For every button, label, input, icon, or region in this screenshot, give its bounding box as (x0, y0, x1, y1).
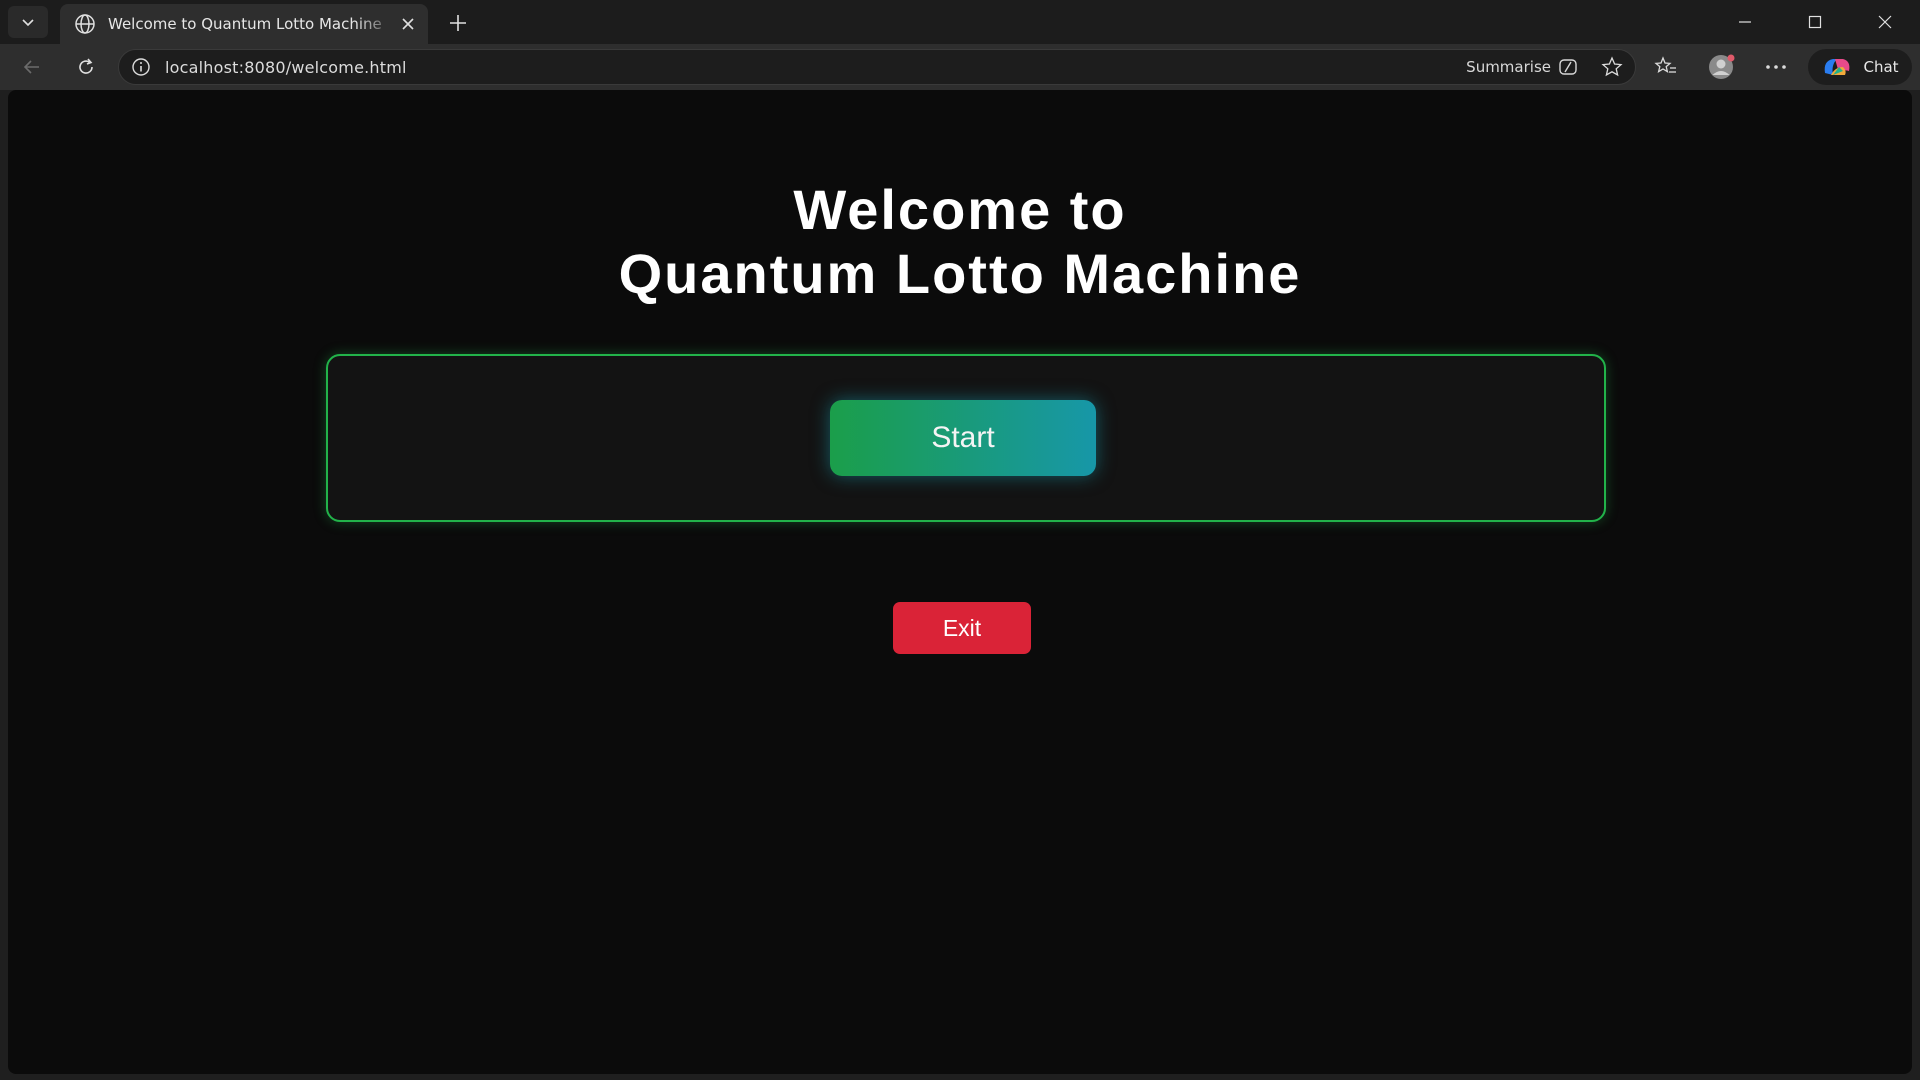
tab-title: Welcome to Quantum Lotto Machine (108, 15, 382, 33)
summarise-icon (1559, 59, 1577, 75)
info-icon (132, 58, 150, 76)
tab-welcome[interactable]: Welcome to Quantum Lotto Machine (60, 4, 428, 44)
close-tab-button[interactable] (398, 14, 418, 34)
more-horizontal-icon (1766, 65, 1786, 69)
browser-titlebar: Welcome to Quantum Lotto Machine (0, 0, 1920, 44)
avatar-icon (1709, 54, 1735, 79)
window-controls (1710, 0, 1920, 44)
page-title-line-2: Quantum Lotto Machine (618, 242, 1302, 305)
page-viewport: Welcome to Quantum Lotto Machine Start E… (8, 90, 1912, 1074)
globe-icon (75, 14, 95, 34)
favorites-list-icon (1654, 56, 1676, 73)
close-window-button[interactable] (1850, 0, 1920, 44)
settings-more-button[interactable] (1758, 50, 1794, 84)
close-icon (1878, 15, 1892, 29)
maximize-button[interactable] (1780, 0, 1850, 44)
back-button[interactable] (14, 50, 50, 84)
copilot-icon (1825, 59, 1850, 75)
profile-button[interactable] (1704, 50, 1740, 84)
copilot-chat-button[interactable]: Chat (1808, 49, 1912, 85)
chat-label: Chat (1863, 58, 1899, 76)
exit-button[interactable]: Exit (893, 602, 1031, 654)
refresh-icon (79, 58, 93, 74)
summarise-label: Summarise (1466, 58, 1551, 76)
arrow-left-icon (23, 60, 39, 74)
favorite-star-button[interactable] (1601, 56, 1623, 78)
tab-actions-menu-button[interactable] (8, 6, 48, 38)
maximize-icon (1808, 15, 1822, 29)
minimize-icon (1739, 21, 1751, 23)
start-button[interactable]: Start (830, 400, 1096, 476)
page-title-line-1: Welcome to (793, 178, 1127, 241)
page-title: Welcome to Quantum Lotto Machine (8, 178, 1912, 306)
plus-icon (450, 15, 466, 31)
address-bar[interactable]: localhost:8080/welcome.html Summarise (118, 49, 1636, 85)
favorites-button[interactable] (1648, 50, 1684, 84)
browser-toolbar: localhost:8080/welcome.html Summarise Ch… (0, 44, 1920, 90)
chevron-down-icon (22, 19, 34, 27)
refresh-button[interactable] (68, 50, 104, 84)
minimize-button[interactable] (1710, 0, 1780, 44)
close-icon (402, 18, 414, 30)
summarise-button[interactable]: Summarise (1466, 57, 1581, 77)
start-panel: Start (326, 354, 1606, 522)
address-url: localhost:8080/welcome.html (165, 57, 407, 77)
star-icon (1601, 56, 1623, 77)
new-tab-button[interactable] (440, 8, 476, 38)
